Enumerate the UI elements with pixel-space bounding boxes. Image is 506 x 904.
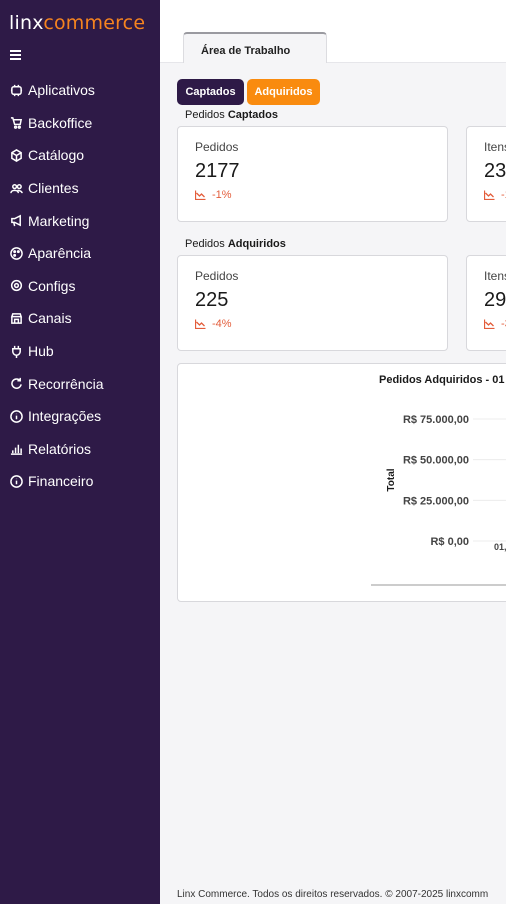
y-tick-label: R$ 50.000,00 — [403, 455, 469, 467]
megaphone-icon — [9, 214, 23, 228]
card-value: 23 — [484, 160, 506, 182]
section-title-prefix: Pedidos — [185, 238, 225, 250]
sidebar-item-catalogo[interactable]: Catálogo — [0, 139, 160, 172]
sidebar-item-label: Clientes — [28, 180, 79, 197]
sidebar-item-marketing[interactable]: Marketing — [0, 204, 160, 237]
sidebar-nav: Aplicativos Backoffice Catálogo Clientes… — [0, 74, 160, 498]
sidebar-item-backoffice[interactable]: Backoffice — [0, 107, 160, 140]
trend-down-icon — [195, 319, 206, 329]
info-icon — [9, 474, 23, 488]
plug-icon — [9, 344, 23, 358]
sidebar-item-financeiro[interactable]: Financeiro — [0, 465, 160, 498]
sidebar-item-label: Recorrência — [28, 375, 104, 392]
sidebar-item-aparencia[interactable]: Aparência — [0, 237, 160, 270]
card-adquiridos-itens: Itens 29 -3 — [466, 255, 506, 351]
card-label: Pedidos — [195, 269, 239, 283]
section-title-adquiridos: Pedidos Adquiridos — [185, 238, 286, 250]
linx-commerce-logo[interactable]: linxcommerce — [9, 12, 145, 34]
sidebar-item-label: Hub — [28, 343, 54, 360]
refresh-icon — [9, 377, 23, 391]
section-title-prefix: Pedidos — [185, 109, 225, 121]
card-label: Itens — [484, 269, 506, 283]
palette-icon — [9, 246, 23, 260]
sidebar-item-hub[interactable]: Hub — [0, 335, 160, 368]
logo-part-linx: linx — [9, 12, 44, 34]
card-trend: -4% — [195, 318, 232, 330]
card-captados-itens: Itens 23 -1 — [466, 126, 506, 222]
footer-copyright: Linx Commerce. Todos os direitos reserva… — [177, 889, 489, 900]
adquiridos-button[interactable]: Adquiridos — [247, 79, 320, 105]
sidebar-item-configs[interactable]: Configs — [0, 270, 160, 303]
card-value: 29 — [484, 289, 506, 311]
bar-chart-icon — [9, 442, 23, 456]
sidebar-item-label: Aparência — [28, 245, 92, 262]
menu-toggle-icon[interactable] — [10, 48, 24, 62]
sidebar-item-label: Backoffice — [28, 114, 93, 131]
chart-pedidos-adquiridos: Pedidos Adquiridos - 01 R$ 75.000,00 R$ 5… — [177, 363, 506, 602]
logo-part-commerce: commerce — [43, 12, 146, 34]
sidebar-item-label: Financeiro — [28, 473, 94, 490]
sidebar-item-recorrencia[interactable]: Recorrência — [0, 367, 160, 400]
section-title-bold: Adquiridos — [227, 238, 286, 250]
sidebar: linxcommerce Aplicativos Backoffice Catá… — [0, 0, 160, 904]
box-icon — [9, 148, 23, 162]
section-title-bold: Captados — [227, 109, 278, 121]
trend-down-icon — [484, 319, 495, 329]
trend-down-icon — [484, 190, 495, 200]
gear-icon — [9, 279, 23, 293]
card-trend-value: -1% — [212, 189, 232, 201]
y-tick-label: R$ 75.000,00 — [403, 414, 469, 426]
card-trend-value: -1 — [501, 189, 506, 201]
card-trend: -1% — [195, 189, 232, 201]
sidebar-item-aplicativos[interactable]: Aplicativos — [0, 74, 160, 107]
sidebar-item-label: Configs — [28, 277, 76, 294]
sidebar-item-label: Canais — [28, 310, 72, 327]
y-tick-label: R$ 25.000,00 — [403, 495, 469, 507]
card-value: 2177 — [195, 160, 240, 182]
card-label: Pedidos — [195, 140, 239, 154]
card-captados-pedidos: Pedidos 2177 -1% — [177, 126, 448, 222]
trend-down-icon — [195, 190, 206, 200]
card-value: 225 — [195, 289, 229, 311]
card-trend-value: -3 — [501, 318, 506, 330]
apps-icon — [9, 83, 23, 97]
sidebar-item-relatorios[interactable]: Relatórios — [0, 433, 160, 466]
y-axis-label: Total — [386, 468, 397, 491]
captados-button[interactable]: Captados — [177, 79, 244, 105]
y-tick-label: R$ 0,00 — [430, 536, 469, 548]
card-trend-value: -4% — [212, 318, 232, 330]
x-tick-label: 01, — [494, 542, 506, 552]
section-title-captados: Pedidos Captados — [185, 109, 278, 121]
sidebar-item-label: Catálogo — [28, 147, 85, 164]
store-icon — [9, 311, 23, 325]
sidebar-item-clientes[interactable]: Clientes — [0, 172, 160, 205]
card-adquiridos-pedidos: Pedidos 225 -4% — [177, 255, 448, 351]
card-trend: -3 — [484, 318, 506, 330]
chart-canvas: R$ 75.000,00 R$ 50.000,00 R$ 25.000,00 R$ 0… — [371, 414, 506, 586]
users-icon — [9, 181, 23, 195]
card-label: Itens — [484, 140, 506, 154]
sidebar-item-canais[interactable]: Canais — [0, 302, 160, 335]
sidebar-item-label: Marketing — [28, 212, 90, 229]
cart-icon — [9, 116, 23, 130]
sidebar-item-integracoes[interactable]: Integrações — [0, 400, 160, 433]
sidebar-item-label: Integrações — [28, 408, 102, 425]
tab-area-de-trabalho[interactable]: Área de Trabalho — [183, 32, 327, 63]
card-trend: -1 — [484, 189, 506, 201]
sidebar-item-label: Aplicativos — [28, 82, 95, 99]
sidebar-item-label: Relatórios — [28, 440, 92, 457]
info-icon — [9, 409, 23, 423]
